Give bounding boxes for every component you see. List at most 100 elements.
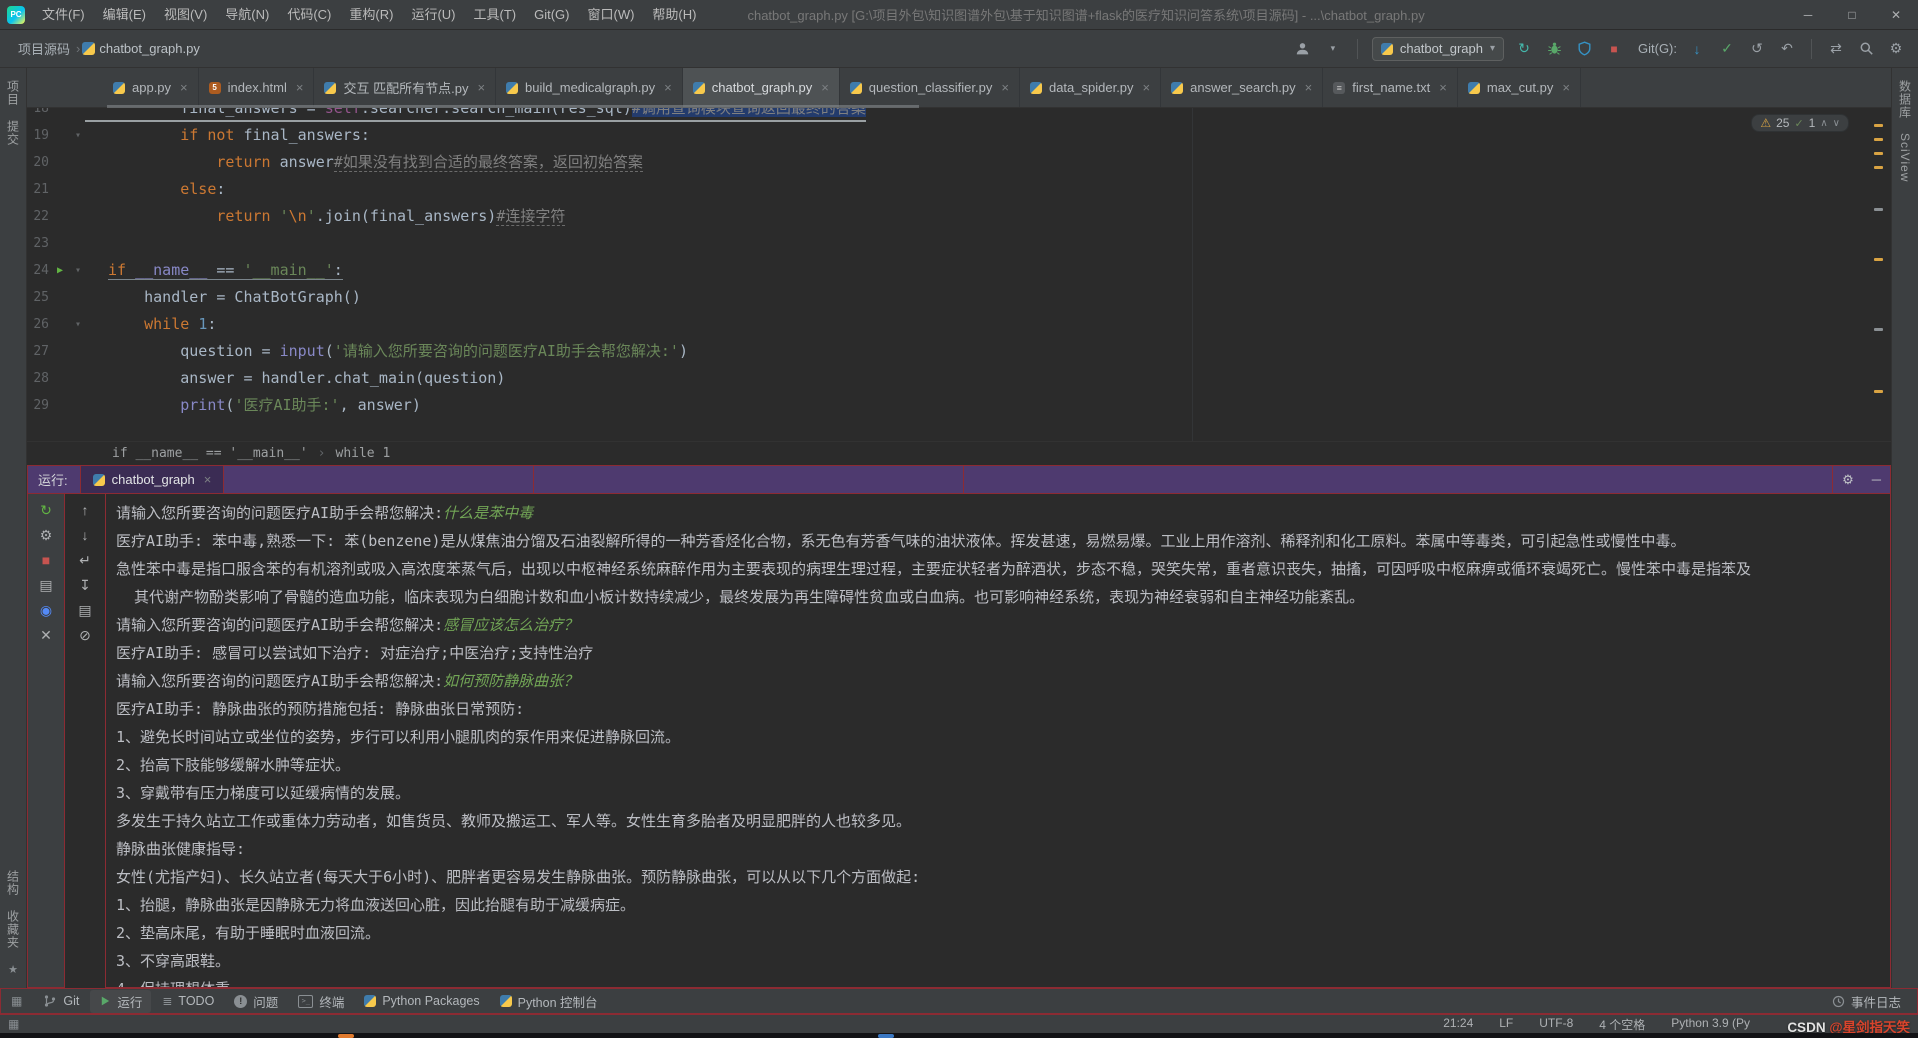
error-stripe-mark[interactable] (1874, 166, 1883, 169)
toolwindow-Python 控制台[interactable]: Python 控制台 (491, 990, 607, 1013)
statusbar-grid-icon[interactable]: ▦ (8, 1017, 19, 1031)
toolwindow-Python Packages[interactable]: Python Packages (355, 992, 488, 1010)
line-number[interactable]: 25 (27, 284, 49, 311)
close-icon[interactable]: × (477, 80, 485, 95)
line-number[interactable]: 22 (27, 203, 49, 230)
tab-answer_search.py[interactable]: answer_search.py× (1161, 68, 1323, 107)
menu-导航(N)[interactable]: 导航(N) (216, 0, 278, 30)
debug-button[interactable] (1544, 39, 1564, 59)
error-stripe-mark[interactable] (1874, 258, 1883, 261)
hide-panel-icon[interactable]: ─ (1863, 466, 1890, 493)
coverage-button[interactable] (1574, 39, 1594, 59)
code-line[interactable]: 25 handler = ChatBotGraph() (27, 284, 1891, 311)
fold-icon[interactable]: ▾ (71, 122, 85, 149)
console-output[interactable]: 请输入您所要咨询的问题医疗AI助手会帮您解决:什么是苯中毒医疗AI助手: 苯中毒… (105, 494, 1891, 988)
line-number[interactable]: 19 (27, 122, 49, 149)
status-Python 3.9 (Py[interactable]: Python 3.9 (Py (1671, 1016, 1750, 1033)
code-line[interactable]: 27 question = input('请输入您所要咨询的问题医疗AI助手会帮… (27, 338, 1891, 365)
next-issue-chevron-icon[interactable]: ∨ (1833, 118, 1840, 129)
run-panel-settings-gear-icon[interactable]: ⚙ (1833, 466, 1863, 493)
error-stripe-mark[interactable] (1874, 138, 1883, 141)
git-history-button[interactable]: ↺ (1747, 39, 1767, 59)
close-icon[interactable]: × (180, 80, 188, 95)
menu-视图(V)[interactable]: 视图(V) (155, 0, 216, 30)
error-stripe-mark[interactable] (1874, 390, 1883, 393)
close-icon[interactable]: × (821, 80, 829, 95)
menu-文件(F)[interactable]: 文件(F) (33, 0, 94, 30)
close-icon[interactable]: × (1305, 80, 1313, 95)
minimize-button[interactable]: ─ (1786, 0, 1830, 29)
code-editor[interactable]: 18 final_answers = self.searcher.search_… (27, 108, 1891, 441)
line-number[interactable]: 21 (27, 176, 49, 203)
inspections-widget[interactable]: ⚠ 25 ✓ 1 ∧ ∨ (1751, 114, 1849, 132)
breadcrumb-project[interactable]: 项目源码 (14, 37, 74, 60)
status-LF[interactable]: LF (1499, 1016, 1513, 1033)
run-tab[interactable]: chatbot_graph × (80, 466, 225, 493)
line-number[interactable]: 24 (27, 257, 49, 284)
menu-代码(C)[interactable]: 代码(C) (278, 0, 340, 30)
toolwindow-终端[interactable]: >_终端 (289, 990, 353, 1013)
menu-运行(U)[interactable]: 运行(U) (402, 0, 464, 30)
code-line[interactable]: 24▶▾if __name__ == '__main__': (27, 257, 1891, 284)
error-stripe-mark[interactable] (1874, 124, 1883, 127)
close-icon[interactable]: ✕ (40, 628, 52, 642)
code-line[interactable]: 18 final_answers = self.searcher.search_… (27, 108, 1891, 122)
stripe-item-数据库[interactable]: 数据库 (1897, 80, 1914, 119)
soft-wrap-icon[interactable]: ↵ (79, 553, 91, 567)
line-number[interactable]: 29 (27, 392, 49, 419)
rerun-icon[interactable]: ↻ (40, 503, 52, 517)
taskbar-app-icon[interactable] (878, 1034, 894, 1038)
fold-icon[interactable]: ▾ (71, 257, 85, 284)
down-stack-trace-icon[interactable]: ↓ (82, 528, 89, 542)
breadcrumb-main-scope[interactable]: if __name__ == '__main__' (112, 446, 308, 461)
print-icon[interactable]: ▤ (78, 603, 91, 617)
error-stripe-mark[interactable] (1874, 152, 1883, 155)
line-number[interactable]: 20 (27, 149, 49, 176)
stripe-item-项目[interactable]: 项目 (5, 80, 22, 106)
tab-index.html[interactable]: 5index.html× (199, 68, 315, 107)
toolwindow-TODO[interactable]: ≣TODO (153, 992, 223, 1010)
prev-issue-chevron-icon[interactable]: ∧ (1820, 118, 1827, 129)
stop-button[interactable]: ■ (1604, 39, 1624, 59)
tab-data_spider.py[interactable]: data_spider.py× (1020, 68, 1161, 107)
error-stripe-mark[interactable] (1874, 328, 1883, 331)
code-with-me-icon[interactable]: ⇄ (1826, 39, 1846, 59)
toolwindow-switcher-icon[interactable]: ▦ (11, 994, 22, 1008)
run-configuration-select[interactable]: chatbot_graph ▾ (1372, 37, 1504, 61)
menu-Git(G)[interactable]: Git(G) (525, 0, 578, 30)
clear-all-icon[interactable]: ⊘ (79, 628, 91, 642)
fold-icon[interactable]: ▾ (71, 311, 85, 338)
git-commit-button[interactable]: ✓ (1717, 39, 1737, 59)
git-update-button[interactable]: ↓ (1687, 39, 1707, 59)
close-icon[interactable]: × (296, 80, 304, 95)
pin-icon[interactable]: ◉ (40, 603, 52, 617)
code-line[interactable]: 21 else: (27, 176, 1891, 203)
menu-帮助(H)[interactable]: 帮助(H) (643, 0, 705, 30)
git-rollback-button[interactable]: ↶ (1777, 39, 1797, 59)
tab-max_cut.py[interactable]: max_cut.py× (1458, 68, 1581, 107)
breadcrumb-file[interactable]: chatbot_graph.py (95, 39, 203, 58)
tab-build_medicalgraph.py[interactable]: build_medicalgraph.py× (496, 68, 683, 107)
search-everywhere-button[interactable] (1856, 39, 1876, 59)
code-line[interactable]: 19▾ if not final_answers: (27, 122, 1891, 149)
maximize-button[interactable]: □ (1830, 0, 1874, 29)
run-line-icon[interactable]: ▶ (49, 257, 71, 284)
menu-编辑(E)[interactable]: 编辑(E) (94, 0, 155, 30)
breadcrumb-while-scope[interactable]: while 1 (336, 446, 391, 461)
close-button[interactable]: ✕ (1874, 0, 1918, 29)
toolwindow-运行[interactable]: 运行 (90, 990, 151, 1013)
line-number[interactable]: 28 (27, 365, 49, 392)
code-line[interactable]: 22 return '\n'.join(final_answers)#连接字符 (27, 203, 1891, 230)
pycharm-logo-icon[interactable]: PC (7, 6, 25, 24)
tab-chatbot_graph.py[interactable]: chatbot_graph.py× (683, 68, 840, 107)
stripe-item-提交[interactable]: 提交 (5, 120, 22, 146)
toolwindow-问题[interactable]: !问题 (225, 990, 287, 1013)
status-21:24[interactable]: 21:24 (1443, 1016, 1473, 1033)
close-icon[interactable]: × (664, 80, 672, 95)
event-log-button[interactable]: 事件日志 (1832, 992, 1907, 1011)
menu-工具(T)[interactable]: 工具(T) (464, 0, 525, 30)
line-number[interactable]: 18 (27, 108, 49, 122)
stripe-item-结构[interactable]: 结构 (5, 870, 22, 896)
error-stripe-mark[interactable] (1874, 208, 1883, 211)
menu-重构(R)[interactable]: 重构(R) (340, 0, 402, 30)
